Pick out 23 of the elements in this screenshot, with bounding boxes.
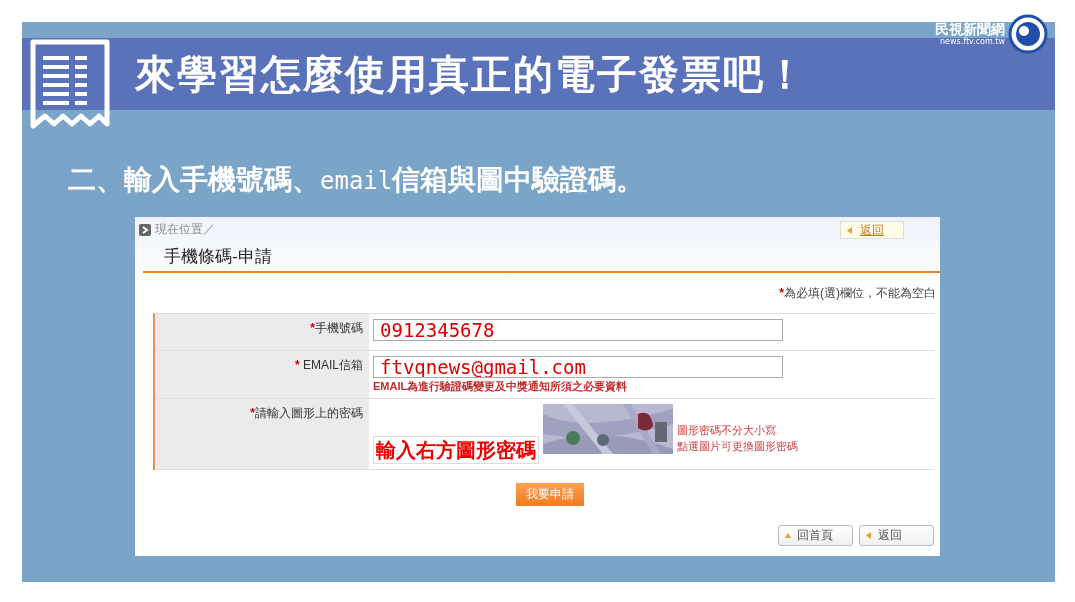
breadcrumb: 現在位置／ — [155, 221, 215, 238]
field-label: *手機號碼 — [155, 314, 369, 350]
arrow-icon — [866, 532, 872, 539]
field-label: * EMAIL信箱 — [155, 351, 369, 398]
eye-logo-icon — [1008, 14, 1048, 54]
field-label: *請輸入圖形上的密碼 — [155, 399, 369, 469]
input-field[interactable]: 0912345678 — [373, 319, 783, 341]
back-link[interactable]: 返回 — [840, 221, 904, 239]
up-arrow-icon — [785, 532, 791, 539]
field-hint: EMAIL為進行驗證碼變更及中獎通知所須之必要資料 — [373, 379, 629, 394]
home-button[interactable]: 回首頁 — [778, 525, 853, 546]
logo-name: 民視新聞網 — [935, 21, 1005, 37]
required-note: *為必填(選)欄位，不能為空白 — [778, 285, 937, 302]
form-heading: 手機條碼-申請 — [164, 247, 272, 266]
annotation-label: 輸入右方圖形密碼 — [373, 436, 539, 464]
captcha-note: 圖形密碼不分大小寫 — [677, 423, 777, 438]
chevron-icon — [139, 223, 151, 236]
logo-url: news.ftv.com.tw — [939, 37, 1005, 47]
step-heading: 二、輸入手機號碼、email信箱與圖中驗證碼。 — [68, 162, 645, 198]
arrow-icon — [847, 226, 852, 234]
captcha-note: 點選圖片可更換圖形密碼 — [677, 439, 798, 454]
page-title: 來學習怎麼使用真正的電子發票吧！ — [135, 49, 807, 99]
back-button[interactable]: 返回 — [859, 525, 934, 546]
